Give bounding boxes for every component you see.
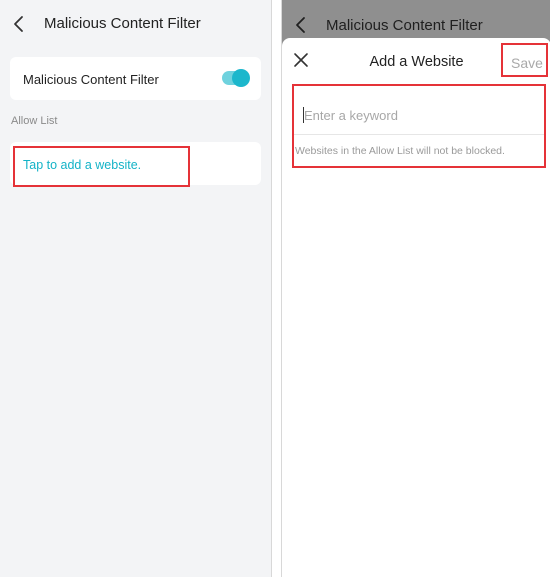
page-title: Malicious Content Filter [44, 15, 201, 32]
background-page-title: Malicious Content Filter [326, 17, 483, 34]
right-screen: Malicious Content Filter Add a Website S… [281, 0, 550, 577]
left-screen: Malicious Content Filter Malicious Conte… [0, 0, 272, 577]
chevron-left-icon[interactable] [10, 14, 28, 34]
filter-toggle-label: Malicious Content Filter [23, 72, 159, 87]
add-website-sheet: Add a Website Save Websites in the Allow… [282, 38, 550, 577]
save-highlight-box [501, 43, 548, 77]
filter-toggle-switch[interactable] [222, 69, 250, 87]
chevron-left-icon [296, 17, 305, 33]
keyword-highlight-box [292, 84, 546, 168]
allow-list-section-label: Allow List [11, 115, 58, 127]
toggle-knob [232, 69, 250, 87]
left-header: Malicious Content Filter [0, 0, 272, 48]
add-website-highlight-box [13, 146, 190, 187]
filter-toggle-row: Malicious Content Filter [10, 57, 261, 100]
